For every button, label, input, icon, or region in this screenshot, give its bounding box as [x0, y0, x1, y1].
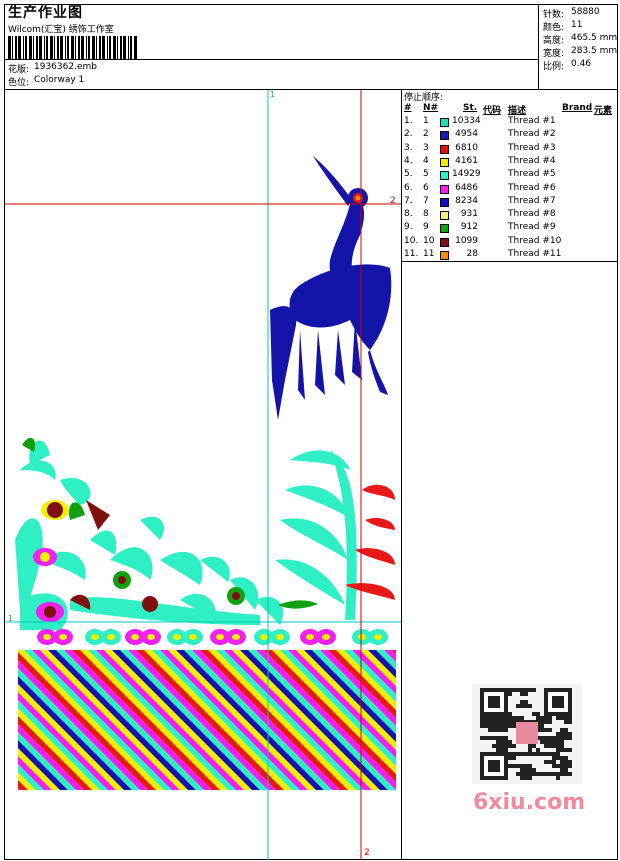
production-worksheet: 生产作业图 Wilcom(汇宝) 绣饰工作室 花版: 1936362.emb 色…: [0, 0, 620, 861]
heron: [270, 156, 392, 420]
foliage-right: [275, 450, 357, 620]
ring-row: [37, 629, 388, 645]
green-leaves: [22, 437, 318, 609]
guide-marker-v2: 2: [364, 848, 370, 858]
guide-marker-v1: 1: [270, 90, 276, 99]
guide-marker-h1: 1: [8, 614, 14, 623]
watermark-logo: 6xiu.com: [473, 790, 586, 815]
guide-marker-h2: 2: [390, 196, 396, 206]
qr-code-icon: [472, 684, 582, 784]
